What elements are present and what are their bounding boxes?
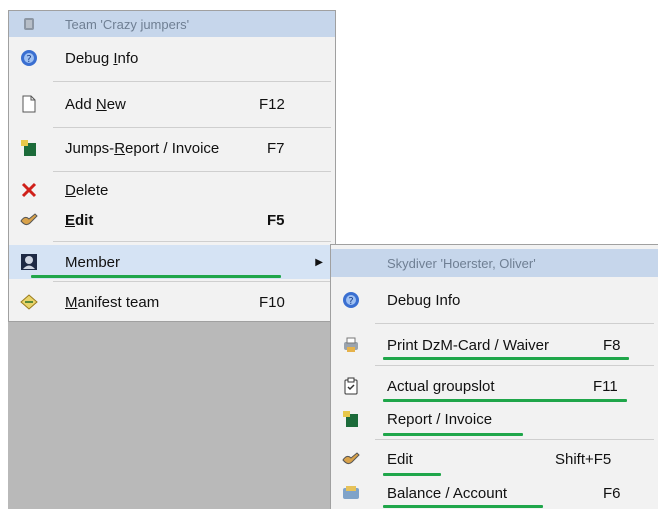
shortcut-label: Shift+F5 [555,450,612,468]
new-document-icon [19,94,39,114]
team-menu-title: Team 'Crazy jumpers' [65,16,190,32]
submenu-arrow-icon: ▶ [315,256,323,268]
menu-separator [53,81,331,82]
menu-item-label: Edit [65,211,94,229]
menu-item-label: Debug Info [65,49,139,67]
team-menu-item-jumps-report[interactable]: Jumps-Report / Invoice F7 [9,131,335,165]
member-menu-item-debug-info[interactable]: ? Debug Info [331,283,658,317]
highlight-underline [383,399,627,402]
team-menu-item-edit[interactable]: Edit F5 [9,205,335,235]
info-globe-icon: ? [19,48,39,68]
highlight-underline [383,473,441,476]
report-icon [341,409,361,429]
member-icon [19,252,39,272]
menu-item-label: Member [65,253,121,271]
balance-card-icon [341,483,361,503]
delete-x-icon [19,180,39,200]
menu-item-label: Print DzM-Card / Waiver [387,336,549,354]
info-globe-icon: ? [341,290,361,310]
shortcut-label: F11 [593,377,618,395]
menu-item-label: Jumps-Report / Invoice [65,139,220,157]
highlight-underline [31,275,281,278]
team-icon [19,14,39,34]
menu-item-label: Balance / Account [387,484,508,502]
printer-icon [341,335,361,355]
menu-separator [375,323,654,324]
member-menu-item-report-invoice[interactable]: Report / Invoice [331,403,658,435]
highlight-underline [383,357,629,360]
team-menu-item-member[interactable]: Member ▶ [9,245,335,279]
menu-separator [53,127,331,128]
team-menu-item-debug-info[interactable]: ? Debug Info [9,41,335,75]
manifest-ticket-icon [19,292,39,312]
team-menu-item-delete[interactable]: Delete [9,175,335,205]
member-submenu: Skydiver 'Hoerster, Oliver' ? Debug Info… [330,244,658,509]
shortcut-label: F12 [259,95,285,113]
menu-item-label: Debug Info [387,291,461,309]
shortcut-label: F6 [603,484,621,502]
menu-item-label: Report / Invoice [387,410,493,428]
background-top [0,0,658,10]
edit-hand-icon [19,210,39,230]
report-icon [19,138,39,158]
highlight-underline [383,433,523,436]
background-app-area [8,320,338,509]
menu-item-label: Delete [65,181,109,199]
svg-text:?: ? [348,296,353,307]
menu-item-label: Edit [387,450,413,468]
team-menu-header: Team 'Crazy jumpers' [9,11,335,37]
shortcut-label: F5 [267,211,285,229]
shortcut-label: F10 [259,293,285,311]
member-menu-header: Skydiver 'Hoerster, Oliver' [331,249,658,277]
member-menu-item-edit[interactable]: Edit Shift+F5 [331,443,658,475]
menu-item-label: Manifest team [65,293,160,311]
menu-separator [53,171,331,172]
menu-separator [375,365,654,366]
menu-item-label: Actual groupslot [387,377,495,395]
team-context-menu: Team 'Crazy jumpers' ? Debug Info Add Ne… [8,10,336,322]
menu-separator [53,241,331,242]
menu-separator [53,281,331,282]
svg-text:?: ? [26,54,31,65]
member-menu-item-actual-groupslot[interactable]: Actual groupslot F11 [331,369,658,403]
highlight-underline [383,505,543,508]
clipboard-check-icon [341,376,361,396]
shortcut-label: F8 [603,336,621,354]
team-menu-item-add-new[interactable]: Add New F12 [9,87,335,121]
member-menu-title: Skydiver 'Hoerster, Oliver' [387,255,536,271]
shortcut-label: F7 [267,139,285,157]
menu-item-label: Add New [65,95,126,113]
team-menu-item-manifest-team[interactable]: Manifest team F10 [9,285,335,319]
menu-separator [375,439,654,440]
edit-hand-icon [341,449,361,469]
